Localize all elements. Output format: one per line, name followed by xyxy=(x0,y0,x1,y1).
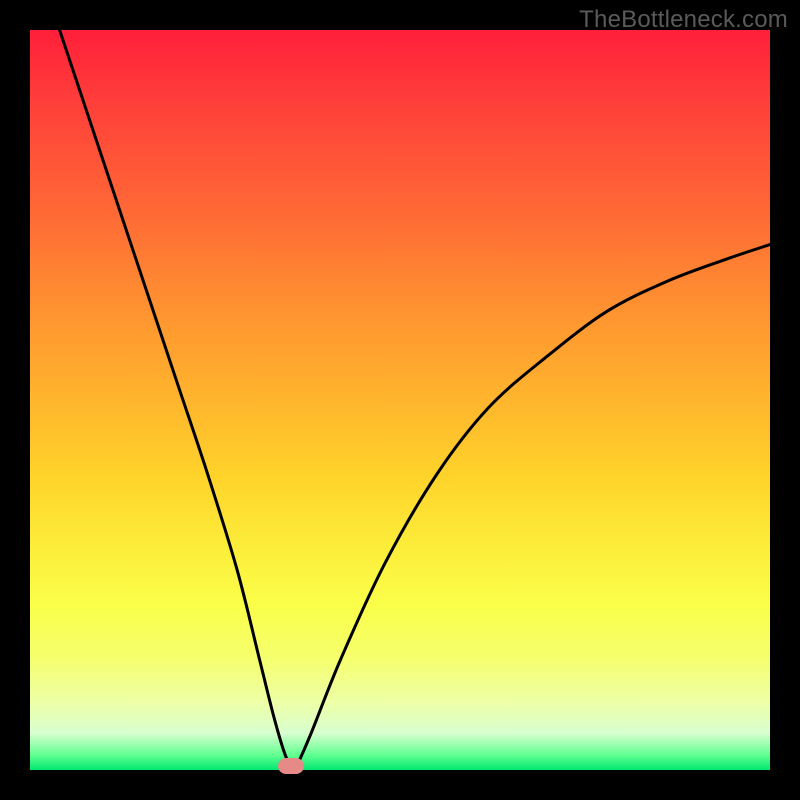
optimal-marker xyxy=(278,758,304,774)
chart-frame: TheBottleneck.com xyxy=(0,0,800,800)
curve-svg xyxy=(30,30,770,770)
bottleneck-curve xyxy=(60,30,770,770)
plot-area xyxy=(30,30,770,770)
